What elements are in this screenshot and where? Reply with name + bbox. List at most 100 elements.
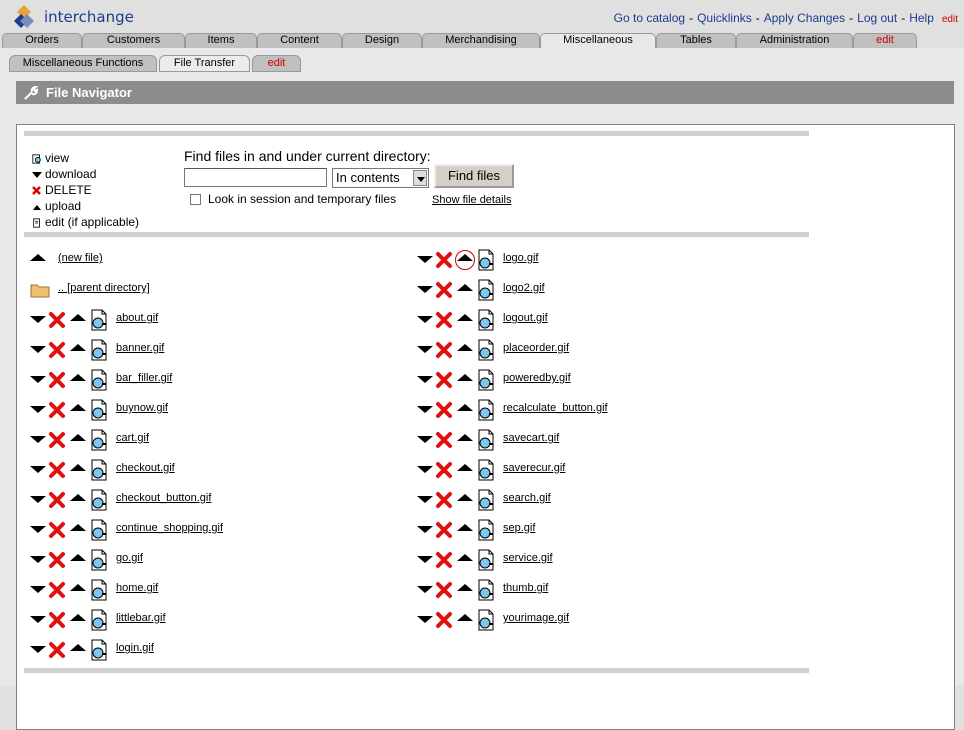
file-name-link[interactable]: placeorder.gif — [503, 342, 569, 354]
download-arrow-icon[interactable] — [417, 556, 433, 563]
download-arrow-icon[interactable] — [417, 406, 433, 413]
file-name-link[interactable]: yourimage.gif — [503, 612, 569, 624]
upload-arrow-icon[interactable] — [70, 524, 86, 531]
download-arrow-icon[interactable] — [417, 256, 433, 263]
quicklinks-link[interactable]: Quicklinks — [697, 11, 752, 25]
view-file-icon[interactable] — [89, 429, 109, 451]
upload-arrow-icon[interactable] — [70, 554, 86, 561]
download-arrow-icon[interactable] — [30, 466, 46, 473]
delete-x-icon[interactable] — [48, 461, 66, 479]
tab-orders[interactable]: Orders — [2, 33, 82, 48]
delete-x-icon[interactable] — [48, 431, 66, 449]
upload-arrow-icon[interactable] — [457, 614, 473, 621]
upload-arrow-icon[interactable] — [70, 464, 86, 471]
download-arrow-icon[interactable] — [417, 346, 433, 353]
tab-customers[interactable]: Customers — [82, 33, 185, 48]
view-file-icon[interactable] — [476, 459, 496, 481]
view-file-icon[interactable] — [476, 309, 496, 331]
view-file-icon[interactable] — [476, 519, 496, 541]
upload-arrow-icon[interactable] — [30, 254, 46, 261]
tab-administration[interactable]: Administration — [736, 33, 853, 48]
view-file-icon[interactable] — [89, 489, 109, 511]
download-arrow-icon[interactable] — [417, 496, 433, 503]
view-file-icon[interactable] — [476, 399, 496, 421]
apply-changes-link[interactable]: Apply Changes — [764, 11, 845, 25]
folder-icon[interactable] — [30, 282, 50, 298]
view-file-icon[interactable] — [476, 489, 496, 511]
file-name-link[interactable]: recalculate_button.gif — [503, 402, 608, 414]
view-file-icon[interactable] — [476, 579, 496, 601]
new-file-link[interactable]: (new file) — [58, 252, 103, 264]
delete-x-icon[interactable] — [435, 401, 453, 419]
delete-x-icon[interactable] — [435, 581, 453, 599]
find-files-button[interactable]: Find files — [434, 164, 514, 188]
file-name-link[interactable]: logout.gif — [503, 312, 548, 324]
upload-arrow-icon[interactable] — [457, 434, 473, 441]
tab-design[interactable]: Design — [342, 33, 422, 48]
delete-x-icon[interactable] — [435, 491, 453, 509]
file-name-link[interactable]: littlebar.gif — [116, 612, 166, 624]
find-input[interactable] — [184, 168, 327, 187]
view-file-icon[interactable] — [476, 429, 496, 451]
file-name-link[interactable]: poweredby.gif — [503, 372, 571, 384]
view-file-icon[interactable] — [476, 339, 496, 361]
help-link[interactable]: Help — [909, 11, 934, 25]
delete-x-icon[interactable] — [48, 341, 66, 359]
file-name-link[interactable]: banner.gif — [116, 342, 164, 354]
file-name-link[interactable]: checkout.gif — [116, 462, 175, 474]
file-name-link[interactable]: bar_filler.gif — [116, 372, 172, 384]
download-arrow-icon[interactable] — [30, 556, 46, 563]
delete-x-icon[interactable] — [435, 521, 453, 539]
view-file-icon[interactable] — [89, 399, 109, 421]
tab-miscellaneous[interactable]: Miscellaneous — [540, 33, 656, 49]
file-name-link[interactable]: go.gif — [116, 552, 143, 564]
upload-arrow-icon[interactable] — [70, 494, 86, 501]
view-file-icon[interactable] — [476, 609, 496, 631]
upload-arrow-icon[interactable] — [457, 524, 473, 531]
view-file-icon[interactable] — [89, 639, 109, 661]
upload-arrow-icon[interactable] — [70, 434, 86, 441]
view-file-icon[interactable] — [89, 309, 109, 331]
upload-arrow-icon[interactable] — [457, 284, 473, 291]
subtab-miscellaneous-functions[interactable]: Miscellaneous Functions — [9, 55, 157, 72]
delete-x-icon[interactable] — [435, 311, 453, 329]
delete-x-icon[interactable] — [48, 311, 66, 329]
delete-x-icon[interactable] — [435, 551, 453, 569]
delete-x-icon[interactable] — [435, 461, 453, 479]
file-name-link[interactable]: search.gif — [503, 492, 551, 504]
tab-merchandising[interactable]: Merchandising — [422, 33, 540, 48]
file-name-link[interactable]: thumb.gif — [503, 582, 548, 594]
download-arrow-icon[interactable] — [417, 316, 433, 323]
delete-x-icon[interactable] — [435, 341, 453, 359]
delete-x-icon[interactable] — [48, 401, 66, 419]
upload-arrow-icon[interactable] — [70, 374, 86, 381]
file-name-link[interactable]: buynow.gif — [116, 402, 168, 414]
session-files-checkbox[interactable] — [190, 194, 201, 205]
upload-arrow-icon[interactable] — [457, 464, 473, 471]
delete-x-icon[interactable] — [435, 281, 453, 299]
view-file-icon[interactable] — [476, 549, 496, 571]
view-file-icon[interactable] — [476, 369, 496, 391]
view-file-icon[interactable] — [89, 339, 109, 361]
top-edit-link[interactable]: edit — [942, 14, 958, 25]
download-arrow-icon[interactable] — [417, 376, 433, 383]
download-arrow-icon[interactable] — [30, 406, 46, 413]
delete-x-icon[interactable] — [48, 491, 66, 509]
download-arrow-icon[interactable] — [30, 616, 46, 623]
upload-arrow-icon[interactable] — [457, 494, 473, 501]
tab-items[interactable]: Items — [185, 33, 257, 48]
upload-arrow-icon[interactable] — [70, 314, 86, 321]
download-arrow-icon[interactable] — [30, 526, 46, 533]
download-arrow-icon[interactable] — [417, 616, 433, 623]
file-name-link[interactable]: cart.gif — [116, 432, 149, 444]
download-arrow-icon[interactable] — [417, 286, 433, 293]
download-arrow-icon[interactable] — [417, 436, 433, 443]
delete-x-icon[interactable] — [435, 251, 453, 269]
find-mode-select[interactable]: In contents — [332, 168, 429, 188]
file-name-link[interactable]: about.gif — [116, 312, 158, 324]
delete-x-icon[interactable] — [48, 551, 66, 569]
tab-tables[interactable]: Tables — [656, 33, 736, 48]
delete-x-icon[interactable] — [48, 641, 66, 659]
upload-arrow-icon[interactable] — [70, 344, 86, 351]
file-name-link[interactable]: logo2.gif — [503, 282, 545, 294]
